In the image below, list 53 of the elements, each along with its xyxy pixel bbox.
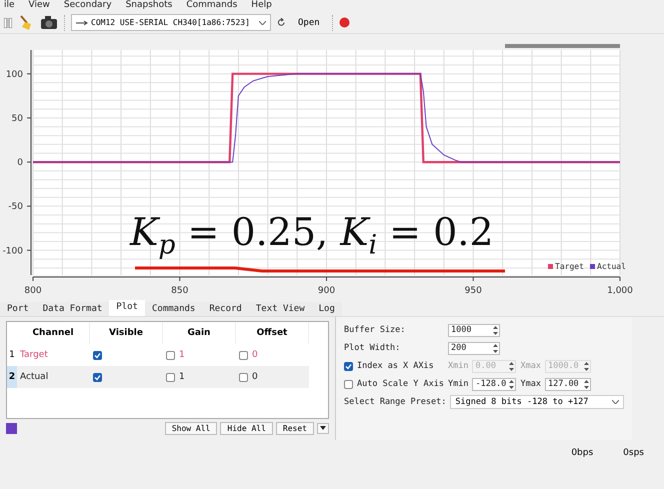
table-button[interactable]: Show All [164, 422, 218, 435]
samplerate-text: 0sps [623, 448, 644, 458]
tab[interactable]: Plot [109, 300, 145, 316]
tab[interactable]: Record [202, 302, 249, 316]
range-preset-dropdown[interactable]: Signed 8 bits -128 to +127 [450, 395, 624, 409]
menu-item[interactable]: Help [251, 0, 272, 12]
gain-value[interactable]: 1 [179, 350, 185, 360]
field-label: Xmax [520, 361, 541, 371]
ymin-field[interactable]: -128.0 [472, 378, 516, 390]
x-tick-label: 800 [24, 286, 42, 296]
table-button[interactable]: Hide All [220, 422, 273, 435]
channel-name[interactable]: Actual [17, 366, 90, 388]
plot-width-field[interactable]: 200 [448, 342, 500, 354]
field-label: Xmin [448, 361, 468, 371]
checkbox-label[interactable]: Auto Scale Y Axis [357, 379, 444, 389]
menu-item[interactable]: Snapshots [126, 0, 172, 12]
x-tick-label: 850 [171, 286, 188, 296]
y-tick-label: 100 [6, 70, 23, 80]
menu-item[interactable]: Commands [186, 0, 238, 12]
tab[interactable]: Log [312, 302, 342, 316]
bitrate-text: 0bps [571, 448, 594, 458]
menu-item[interactable]: ile [4, 0, 15, 12]
gain-value[interactable]: 1 [179, 372, 185, 382]
table-button[interactable]: Reset [276, 422, 314, 435]
menu-item[interactable]: View [28, 0, 50, 12]
x-tick-label: 950 [464, 286, 482, 296]
port-dropdown[interactable]: COM12 USE-SERIAL CH340[1a86:7523] [71, 14, 271, 31]
x-tick-label: 900 [318, 286, 336, 296]
field-label: Plot Width: [344, 343, 402, 353]
formula-annotation: K$_{p}$ = 0.25, K$_{i}$ = 0.2 [130, 210, 494, 261]
y-tick-label: -50 [8, 202, 23, 212]
offset-value[interactable]: 0 [252, 372, 258, 382]
legend-label: Actual [597, 262, 626, 271]
y-tick-label: 50 [12, 114, 23, 124]
field-label: Select Range Preset: [344, 397, 446, 407]
offset-value[interactable]: 0 [252, 350, 258, 360]
tab[interactable]: Text View [248, 302, 312, 316]
open-button[interactable]: Open [292, 16, 326, 30]
tab[interactable]: Data Format [36, 302, 110, 316]
y-tick-label: -100 [2, 246, 23, 256]
tab[interactable]: Port [0, 302, 36, 316]
y-tick-label: 0 [17, 158, 23, 168]
checkbox-label[interactable]: Index as X AXis [357, 361, 444, 371]
x-tick-label: 1,000 [607, 286, 633, 296]
legend-label: Target [555, 262, 584, 271]
tab[interactable]: Commands [144, 302, 202, 316]
ymax-field[interactable]: 127.00 [544, 378, 591, 390]
field-label: Buffer Size: [344, 325, 406, 335]
row-number[interactable]: 2 [7, 366, 17, 388]
field-label: Ymin [448, 379, 468, 389]
buffer-size-field[interactable]: 1000 [448, 324, 500, 336]
menu-item[interactable]: Secondary [64, 0, 112, 12]
field-label: Ymax [520, 379, 541, 389]
